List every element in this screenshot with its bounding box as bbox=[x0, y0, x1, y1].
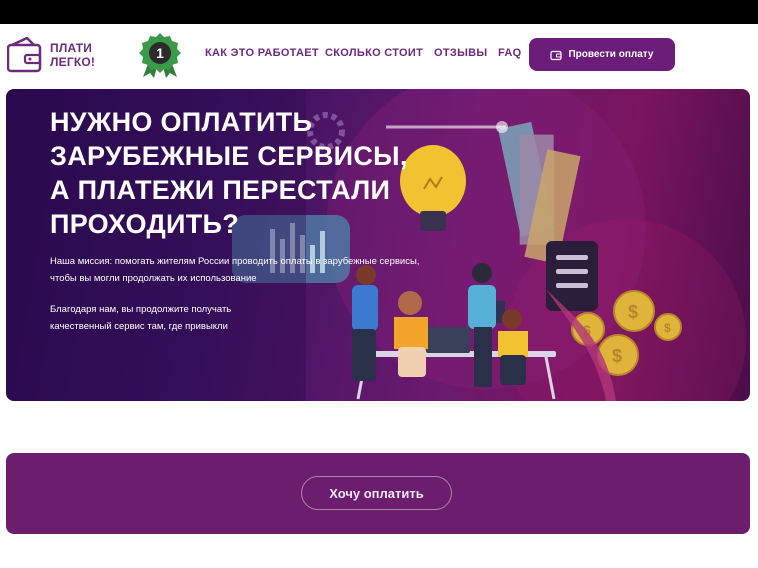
nav-reviews[interactable]: ОТЗЫВЫ bbox=[434, 47, 487, 59]
mission-line: чтобы вы могли продолжать их использован… bbox=[50, 273, 257, 284]
wallet-icon bbox=[550, 50, 563, 60]
make-payment-label: Провести оплату bbox=[568, 49, 654, 60]
nav-pricing[interactable]: СКОЛЬКО СТОИТ bbox=[325, 47, 423, 59]
hero-title-line: ПРОХОДИТЬ? bbox=[50, 209, 240, 239]
logo-line-2: ЛЕГКО! bbox=[50, 55, 96, 69]
make-payment-button[interactable]: Провести оплату bbox=[529, 38, 675, 71]
mission-line: Наша миссия: помогать жителям России про… bbox=[50, 256, 420, 267]
hero-title-line: А ПЛАТЕЖИ ПЕРЕСТАЛИ bbox=[50, 175, 391, 205]
hero-title-line: ЗАРУБЕЖНЫЕ СЕРВИСЫ, bbox=[50, 141, 408, 171]
clipboard-icon bbox=[546, 241, 598, 311]
logo-text[interactable]: ПЛАТИ ЛЕГКО! bbox=[50, 41, 95, 69]
hero-banner: $ $ $ $ НУЖНО ОПЛАТИТЬ ЗАРУБЕЖНЫЕ СЕРВИС… bbox=[6, 89, 750, 401]
nav-faq[interactable]: FAQ bbox=[498, 47, 522, 59]
hero-title-line: НУЖНО ОПЛАТИТЬ bbox=[50, 107, 313, 137]
nav-how-it-works[interactable]: КАК ЭТО РАБОТАЕТ bbox=[205, 47, 319, 59]
svg-text:$: $ bbox=[664, 321, 671, 335]
svg-text:$: $ bbox=[612, 346, 622, 366]
svg-text:$: $ bbox=[628, 302, 638, 322]
want-to-pay-button[interactable]: Хочу оплатить bbox=[301, 476, 452, 510]
award-number: 1 bbox=[156, 45, 164, 61]
benefit-text: Благодаря нам, вы продолжите получать ка… bbox=[50, 301, 231, 335]
mission-text: Наша миссия: помогать жителям России про… bbox=[50, 253, 419, 287]
benefit-line: Благодаря нам, вы продолжите получать bbox=[50, 304, 232, 315]
hero-title: НУЖНО ОПЛАТИТЬ ЗАРУБЕЖНЫЕ СЕРВИСЫ, А ПЛА… bbox=[50, 105, 408, 241]
award-badge-icon: 1 bbox=[139, 33, 181, 78]
logo-line-1: ПЛАТИ bbox=[50, 41, 93, 55]
top-black-bar bbox=[0, 0, 758, 24]
benefit-line: качественный сервис там, где привыкли bbox=[50, 321, 228, 332]
